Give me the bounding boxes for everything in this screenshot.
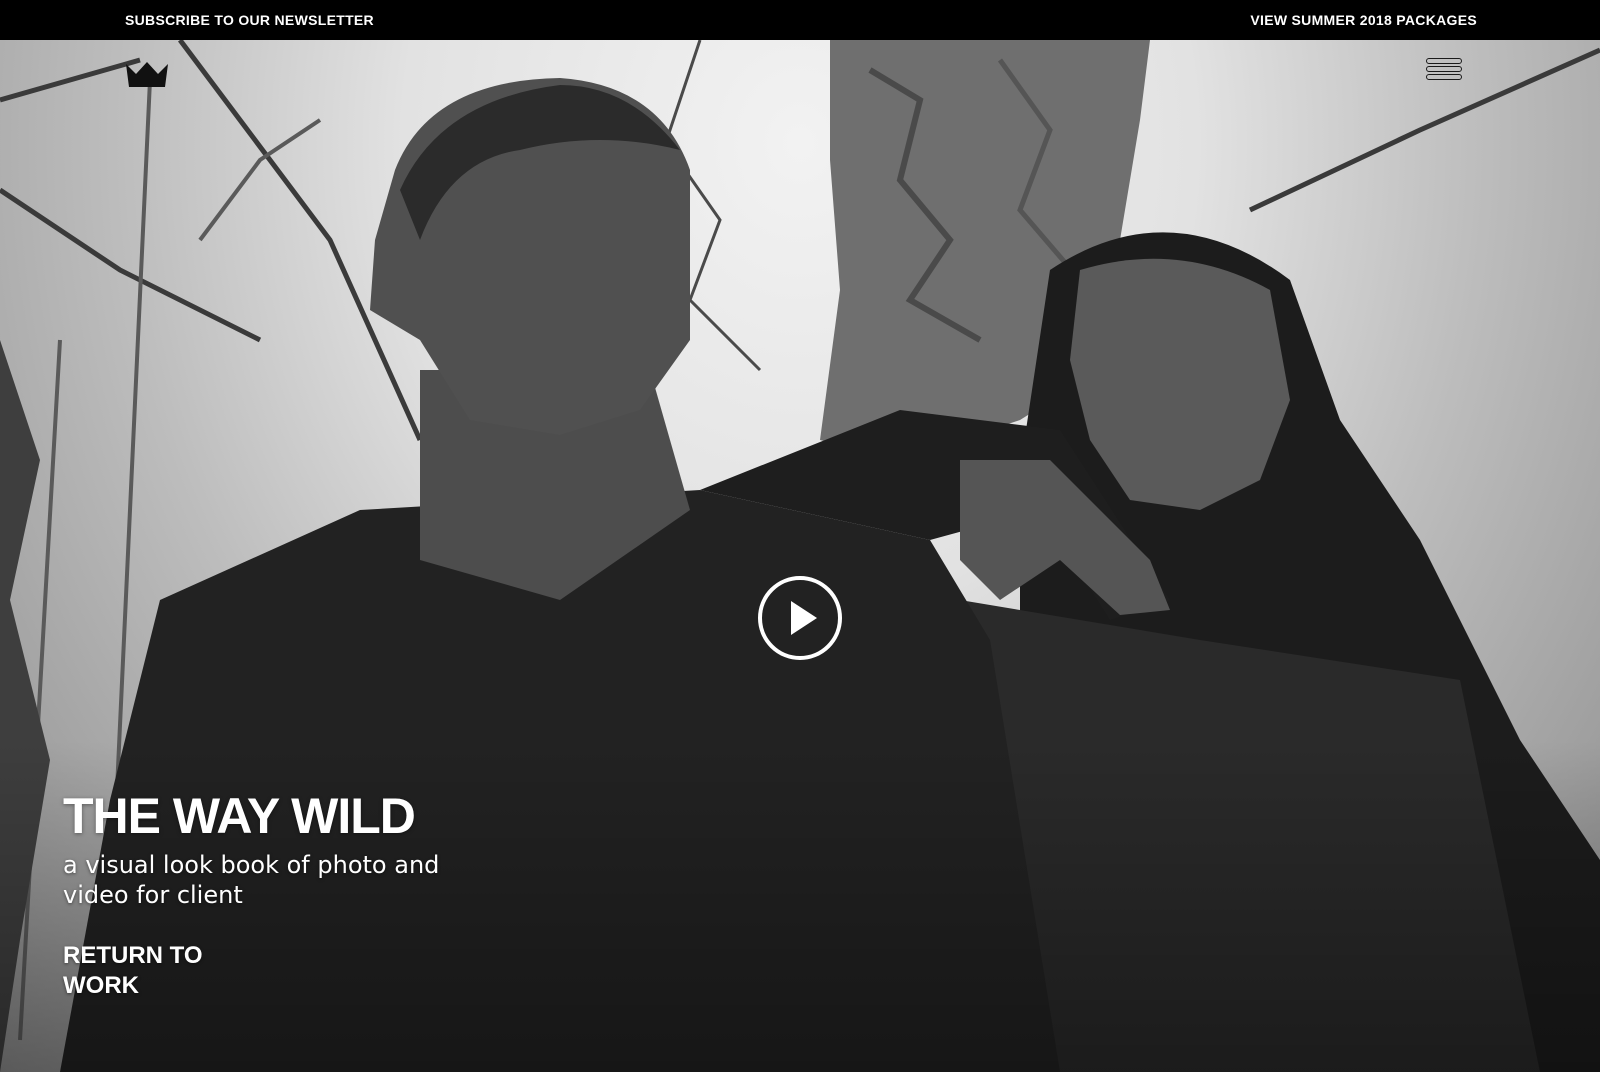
hamburger-menu-icon[interactable] [1426,58,1466,88]
return-to-work-link[interactable]: RETURN TO WORK [63,941,233,1001]
page: SUBSCRIBE TO OUR NEWSLETTER VIEW SUMMER … [0,0,1600,1072]
page-title: THE WAY WILD [63,788,416,844]
crown-icon[interactable] [125,60,169,88]
hero-text: THE WAY WILD a visual look book of photo… [63,790,463,1001]
view-packages-link[interactable]: VIEW SUMMER 2018 PACKAGES [1250,12,1477,28]
top-bar: SUBSCRIBE TO OUR NEWSLETTER VIEW SUMMER … [0,0,1600,40]
subscribe-newsletter-link[interactable]: SUBSCRIBE TO OUR NEWSLETTER [125,12,374,28]
page-subtitle: a visual look book of photo and video fo… [63,851,440,909]
play-icon[interactable] [757,575,843,661]
